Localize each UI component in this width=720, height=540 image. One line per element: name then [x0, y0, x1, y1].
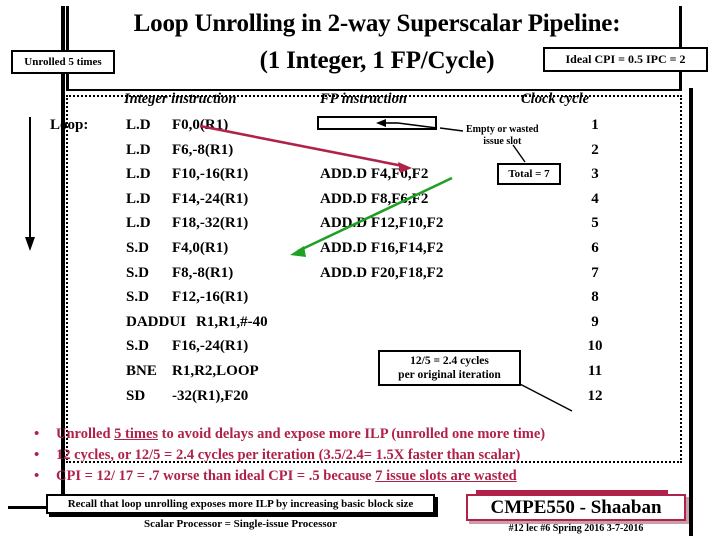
clock-cycle-value: 11 [587, 363, 603, 379]
instruction-opcode: BNE [126, 363, 157, 379]
instruction-operands: F12,-16(R1) [172, 289, 249, 306]
instruction-opcode: S.D [126, 264, 149, 281]
instruction-opcode: L.D [126, 117, 151, 133]
emphasis-underline: 7 issue slots are wasted [375, 468, 517, 484]
total-wasted-slots-box: Total = 7 [497, 163, 561, 185]
empty-issue-slot-box [317, 116, 437, 130]
table-row: L.D F18,-32(R1) ADD.D F12,F10,F2 5 [0, 215, 720, 240]
instruction-opcode: L.D [126, 215, 151, 232]
instruction-operands: R1,R2,LOOP [172, 363, 259, 379]
table-row: S.D F16,-24(R1) 10 [0, 338, 720, 363]
clock-cycle-value: 3 [591, 166, 599, 183]
instruction-operands: F0,0(R1) [172, 117, 229, 133]
clock-cycle-value: 8 [591, 289, 599, 306]
slide-root: Loop Unrolling in 2-way Superscalar Pipe… [0, 0, 720, 540]
empty-slot-note-line1: Empty or wasted [466, 124, 539, 135]
bullet-item: • Unrolled 5 times to avoid delays and ex… [34, 424, 694, 445]
instruction-opcode: L.D [126, 141, 151, 158]
table-row: L.D F14,-24(R1) ADD.D F8,F6,F2 4 [0, 191, 720, 216]
instruction-opcode: SD [126, 387, 146, 404]
clock-cycle-value: 10 [587, 338, 603, 355]
table-row: BNE R1,R2,LOOP 11 [0, 363, 720, 388]
bullet-marker: • [34, 468, 40, 484]
bullet-item: • CPI = 12/ 17 = .7 worse than ideal CPI … [34, 466, 694, 487]
clock-cycle-value: 4 [591, 190, 599, 207]
clock-cycle-value: 1 [591, 117, 599, 133]
bullet-list: • Unrolled 5 times to avoid delays and ex… [34, 424, 694, 487]
instruction-opcode: DADDUI [126, 313, 186, 330]
instruction-opcode: S.D [126, 240, 149, 256]
instruction-operands: F8,-8(R1) [172, 264, 234, 281]
bullet-text: Unrolled 5 times to avoid delays and exp… [56, 426, 546, 442]
footer-rule [8, 506, 50, 509]
fp-instruction: ADD.D F12,F10,F2 [320, 215, 444, 232]
cycles-box-line1: 12/5 = 2.4 cycles [410, 355, 489, 367]
clock-cycle-value: 2 [591, 141, 599, 158]
scalar-processor-note: Scalar Processor = Single-issue Processo… [143, 518, 338, 530]
fp-instruction: ADD.D F20,F18,F2 [320, 264, 444, 281]
instruction-operands: -32(R1),F20 [172, 387, 249, 404]
instruction-operands: F4,0(R1) [172, 240, 229, 256]
table-row: S.D F8,-8(R1) ADD.D F20,F18,F2 7 [0, 265, 720, 290]
column-header-fp: FP instruction [320, 91, 407, 107]
instruction-operands: F6,-8(R1) [172, 141, 234, 158]
instruction-opcode: S.D [126, 338, 149, 355]
instruction-opcode: S.D [126, 289, 149, 306]
recall-note-box: Recall that loop unrolling exposes more … [46, 494, 435, 514]
cycles-box-line2: per original iteration [398, 369, 501, 381]
instruction-opcode: L.D [126, 190, 151, 207]
clock-cycle-value: 5 [591, 215, 599, 232]
table-row: SD -32(R1),F20 12 [0, 388, 720, 413]
fp-instruction: ADD.D F4,F0,F2 [320, 166, 429, 183]
empty-slot-note: Empty or wasted issue slot [466, 124, 539, 148]
clock-cycle-value: 6 [591, 240, 599, 256]
empty-slot-note-line2: issue slot [483, 136, 522, 147]
fp-instruction: ADD.D F8,F6,F2 [320, 190, 429, 207]
course-meta: #12 lec #6 Spring 2016 3-7-2016 [508, 523, 644, 534]
course-badge: CMPE550 - Shaaban [466, 494, 686, 521]
instruction-operands: F10,-16(R1) [172, 166, 249, 183]
table-row: S.D F4,0(R1) ADD.D F16,F14,F2 6 [0, 240, 720, 265]
bullet-marker: • [34, 426, 40, 442]
instruction-operands: F14,-24(R1) [172, 190, 249, 207]
bullet-marker: • [34, 447, 40, 463]
bullet-text: 12 cycles, or 12/5 = 2.4 cycles per iter… [56, 447, 521, 463]
instruction-operands: R1,R1,#-40 [196, 313, 268, 330]
page-title-line1: Loop Unrolling in 2-way Superscalar Pipe… [133, 10, 621, 37]
column-header-clock: Clock cycle [521, 91, 590, 107]
table-row: L.D F10,-16(R1) ADD.D F4,F0,F2 3 [0, 166, 720, 191]
unrolled-badge: Unrolled 5 times [11, 50, 115, 74]
instruction-operands: F16,-24(R1) [172, 338, 249, 355]
table-row: S.D F12,-16(R1) 8 [0, 289, 720, 314]
ideal-cpi-badge: Ideal CPI = 0.5 IPC = 2 [543, 47, 708, 72]
instruction-opcode: L.D [126, 166, 151, 183]
emphasis-underline: 5 times [114, 426, 159, 442]
table-row: L.D F6,-8(R1) 2 [0, 142, 720, 167]
clock-cycle-value: 9 [591, 313, 599, 330]
clock-cycle-value: 12 [587, 387, 603, 404]
bullet-item: • 12 cycles, or 12/5 = 2.4 cycles per ite… [34, 445, 694, 466]
instruction-operands: F18,-32(R1) [172, 215, 249, 232]
column-header-integer: Integer instruction [124, 91, 237, 107]
fp-instruction: ADD.D F16,F14,F2 [320, 240, 444, 256]
bullet-text: CPI = 12/ 17 = .7 worse than ideal CPI =… [56, 468, 517, 484]
cycles-per-iteration-box: 12/5 = 2.4 cycles per original iteration [378, 350, 521, 386]
table-row: DADDUI R1,R1,#-40 9 [0, 314, 720, 339]
clock-cycle-value: 7 [591, 264, 599, 281]
